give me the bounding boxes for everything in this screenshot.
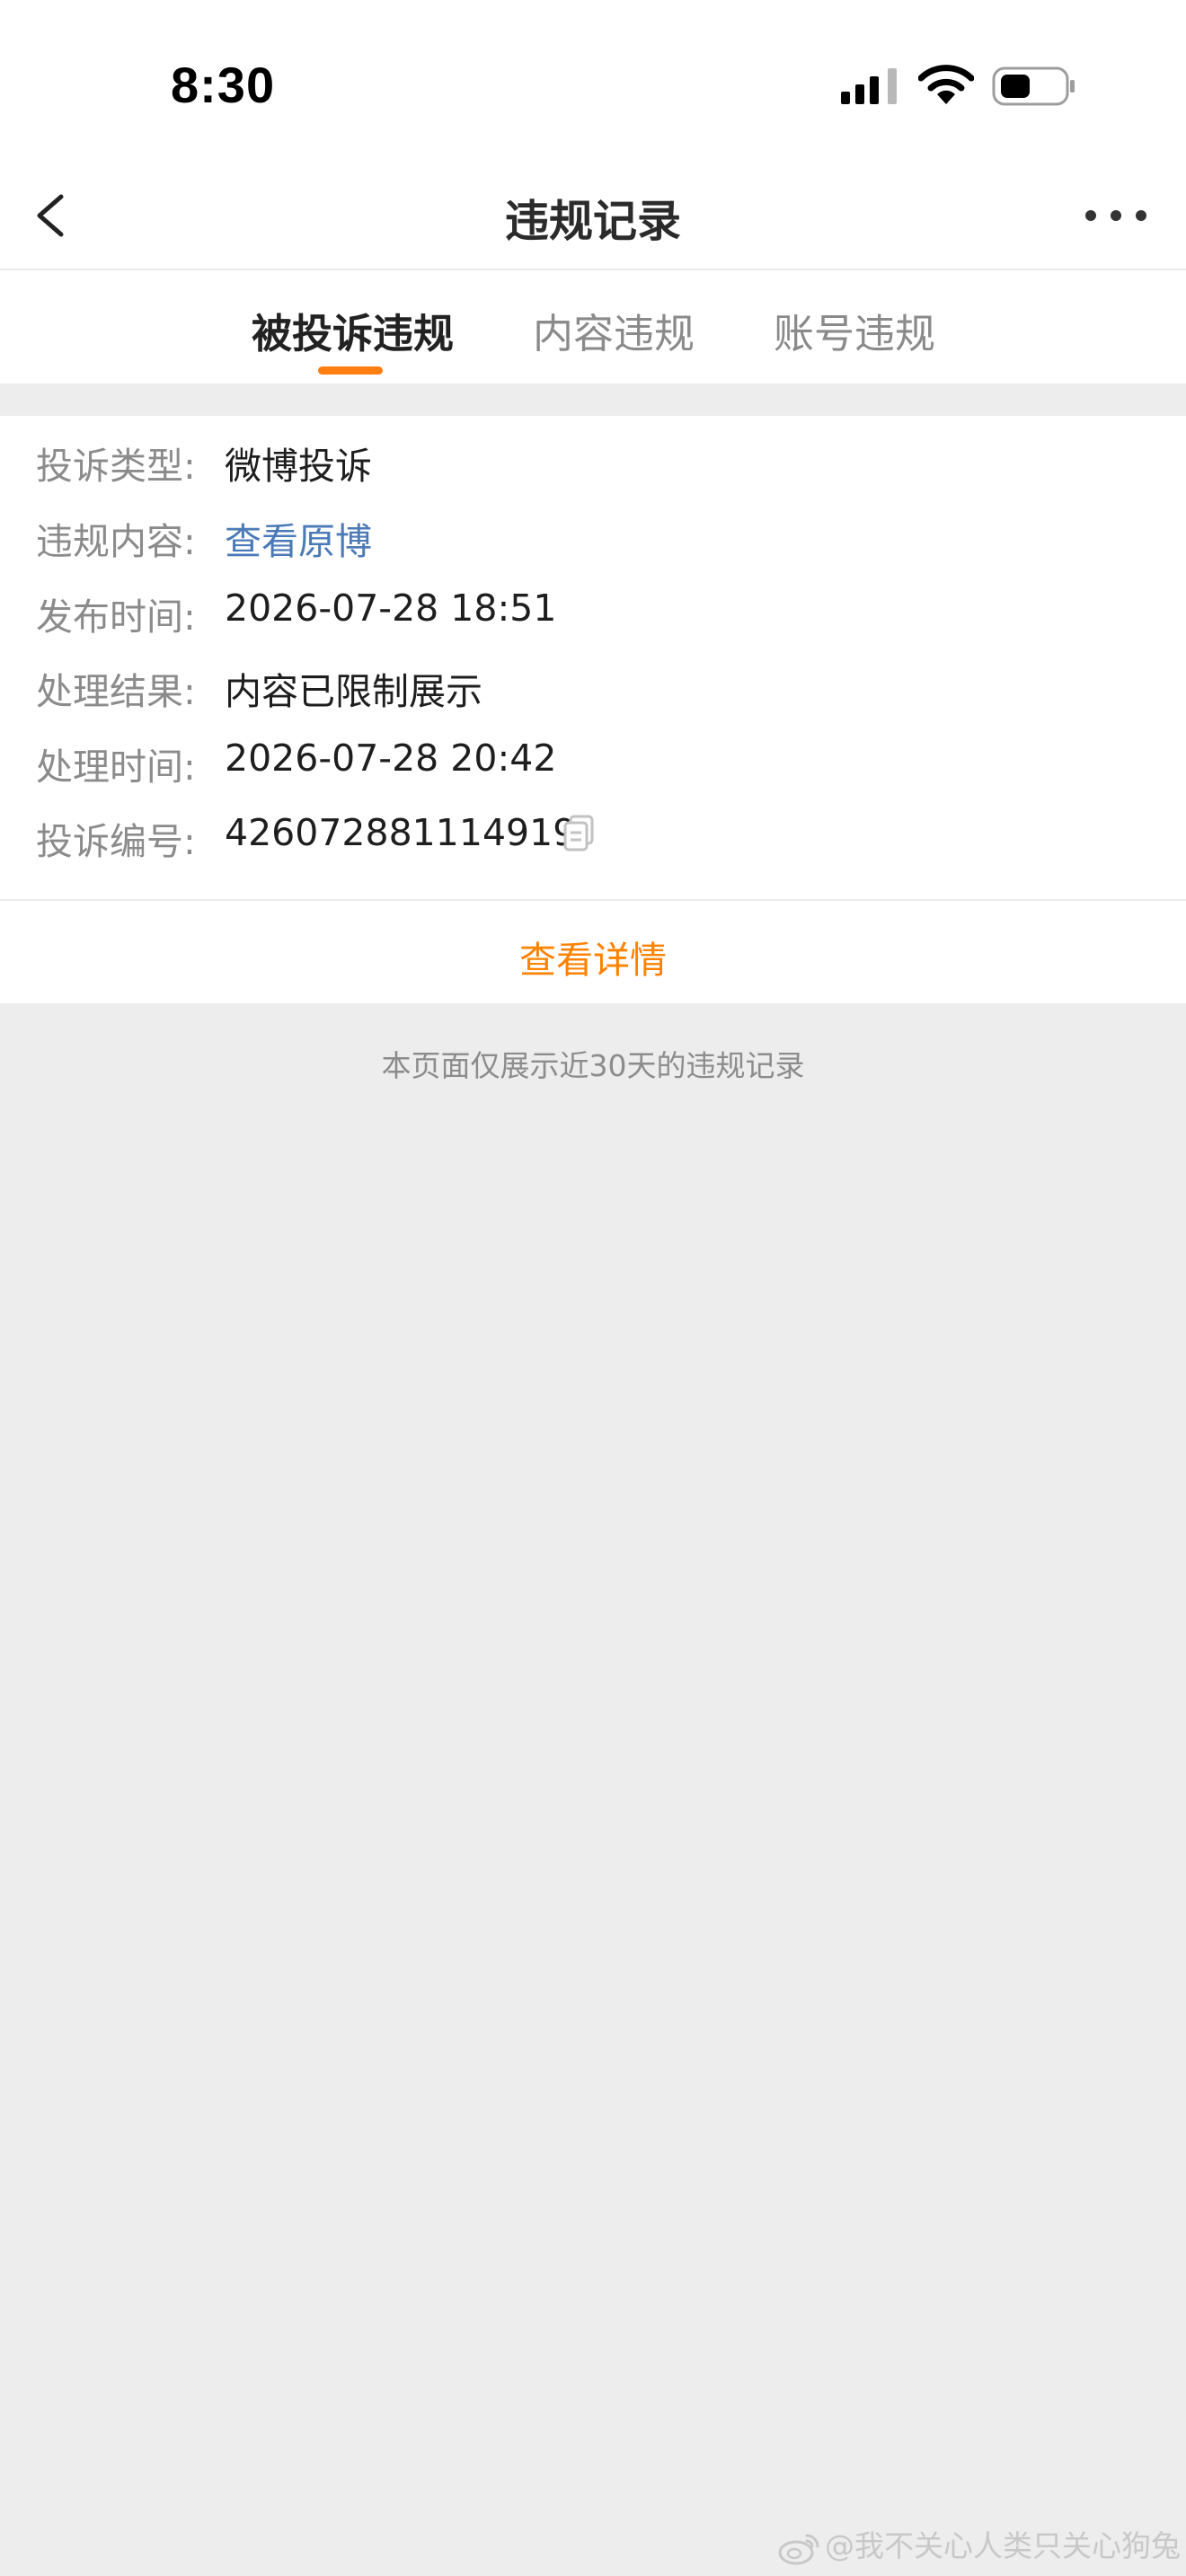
record-label: 处理结果:	[36, 670, 196, 713]
active-tab-indicator	[318, 366, 383, 375]
record-value: 内容已限制展示	[225, 670, 482, 713]
violation-record-card: 投诉类型: 微博投诉 违规内容: 查看原博 发布时间: 2026-07-28 1…	[0, 416, 1186, 1003]
record-value: 426072881114919	[225, 811, 577, 854]
record-value: 微博投诉	[225, 445, 372, 488]
status-bar: 8:30	[0, 0, 1186, 166]
record-value: 2026-07-28 20:42	[225, 737, 557, 780]
view-original-post-link[interactable]: 查看原博	[225, 511, 372, 565]
divider	[0, 899, 1186, 901]
watermark: @我不关心人类只关心狗兔	[778, 2522, 1181, 2566]
tab-bar: 被投诉违规 内容违规 账号违规	[0, 270, 1186, 384]
footer-note: 本页面仅展示近30天的违规记录	[381, 1048, 805, 1083]
signal-icon	[841, 68, 897, 104]
battery-icon	[992, 66, 1075, 106]
record-label: 投诉编号:	[36, 820, 196, 863]
tab-content-violations[interactable]: 内容违规	[533, 301, 695, 359]
status-time: 8:30	[171, 57, 276, 113]
copy-icon[interactable]	[562, 815, 595, 852]
more-horizontal-icon[interactable]	[1084, 202, 1148, 229]
tab-account-violations[interactable]: 账号违规	[774, 301, 935, 359]
record-label: 投诉类型:	[36, 445, 196, 488]
view-details-button[interactable]: 查看详情	[0, 930, 1186, 984]
wifi-icon	[918, 65, 974, 104]
watermark-text: @我不关心人类只关心狗兔	[825, 2528, 1181, 2563]
nav-bar: 违规记录	[0, 166, 1186, 270]
weibo-logo-icon	[778, 2534, 819, 2564]
record-value: 2026-07-28 18:51	[225, 587, 557, 630]
page-title: 违规记录	[504, 196, 681, 247]
record-label: 违规内容:	[36, 520, 196, 563]
record-label: 处理时间:	[36, 745, 196, 789]
tab-complained-violations[interactable]: 被投诉违规	[252, 301, 454, 359]
record-label: 发布时间:	[36, 595, 196, 639]
